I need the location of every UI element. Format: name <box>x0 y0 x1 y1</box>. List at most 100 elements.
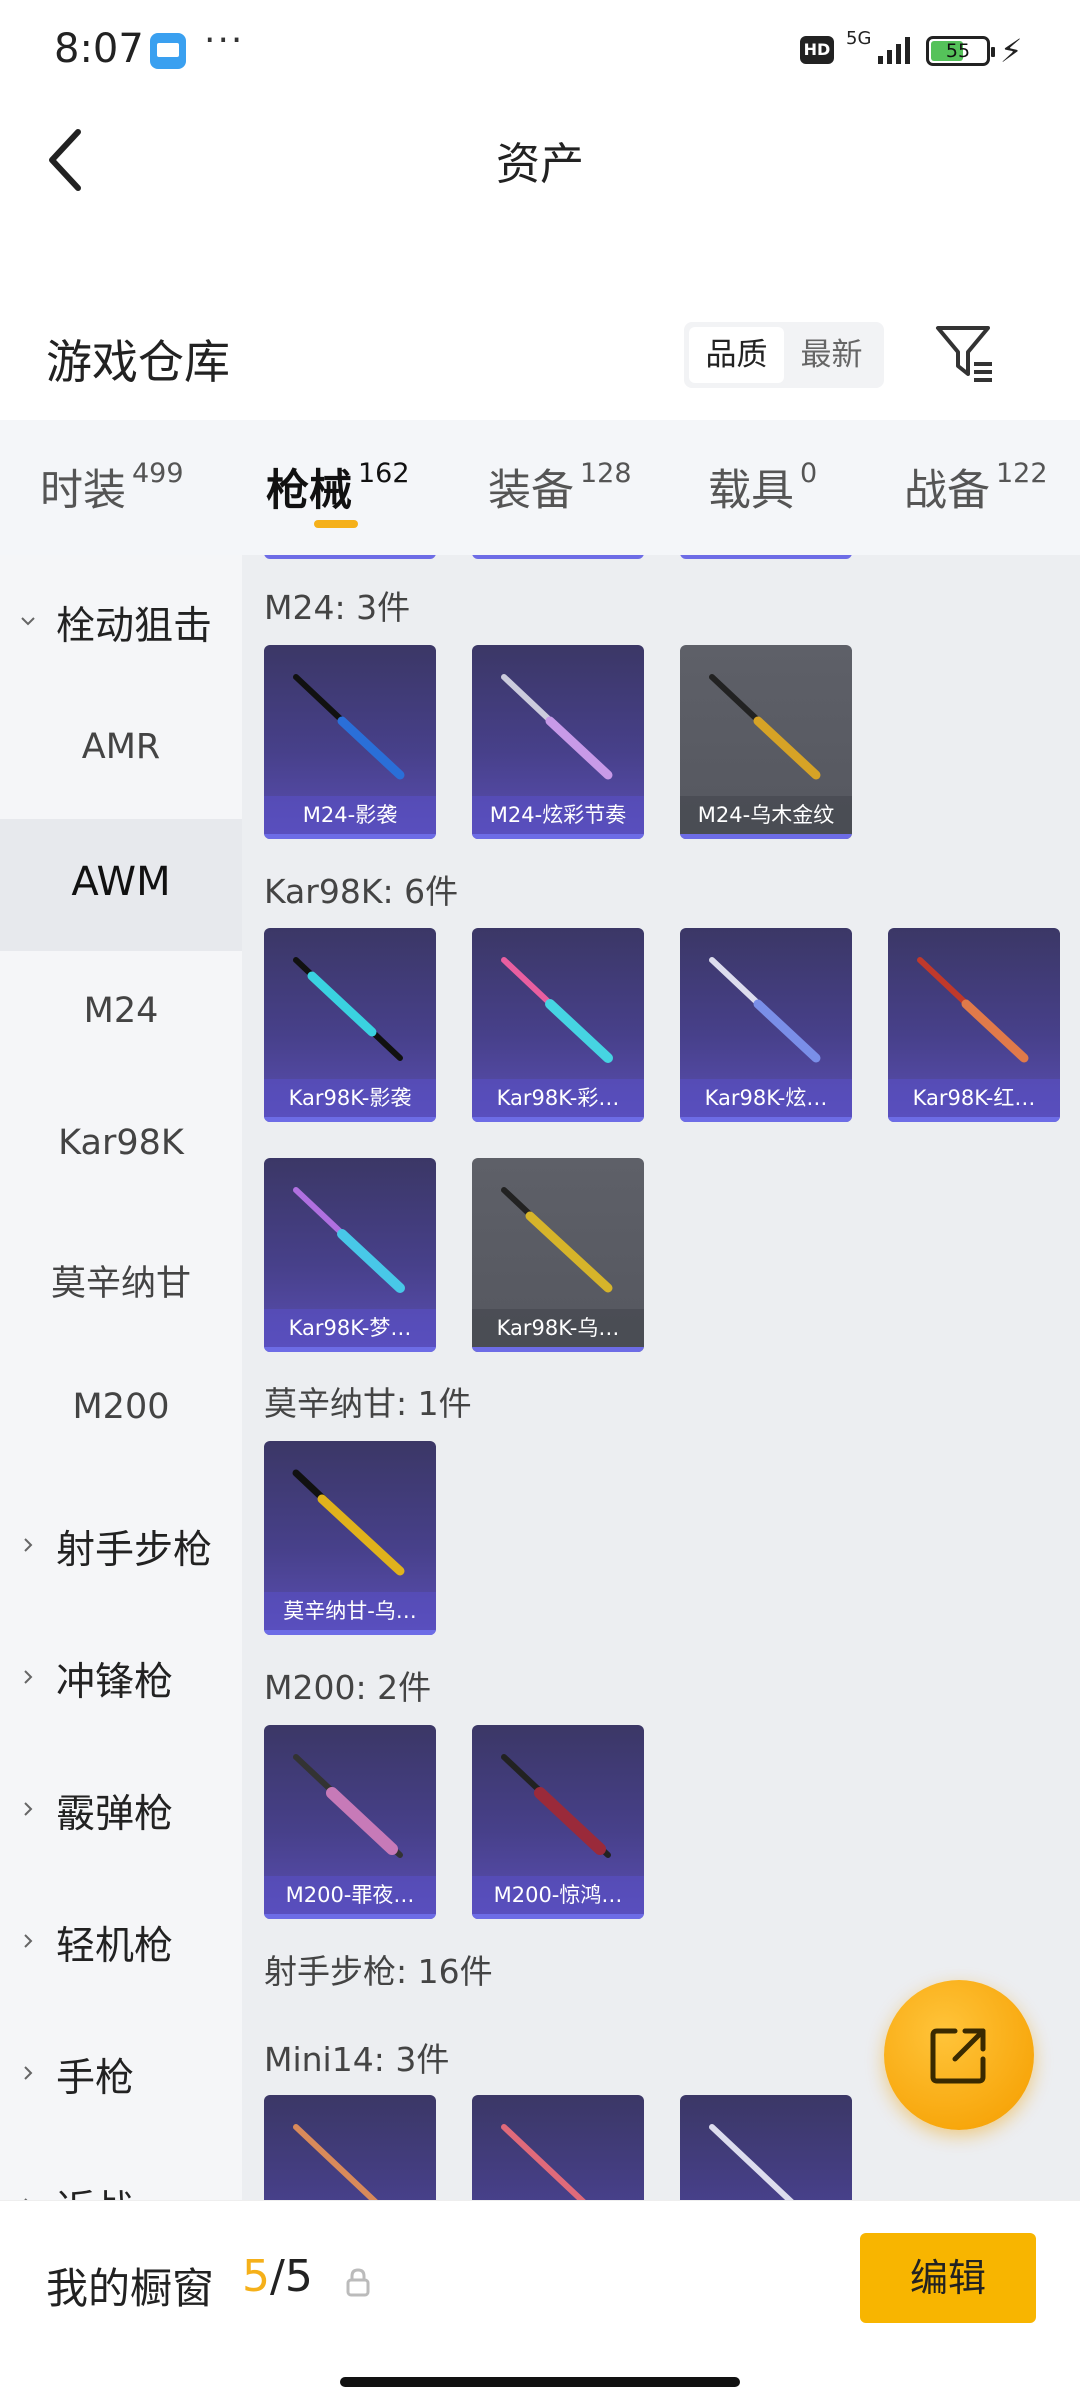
item-name: Kar98K-乌… <box>472 1309 644 1347</box>
sidebar-item-label: 轻机枪 <box>56 1924 174 1969</box>
showcase-label: 我的橱窗 <box>46 2264 215 2313</box>
item-card[interactable] <box>264 2095 436 2200</box>
showcase-count-current: 5 <box>242 2251 270 2302</box>
sort-newest-button[interactable]: 最新 <box>784 327 879 383</box>
item-card[interactable]: M24-影袭 <box>264 645 436 839</box>
group-title-m200: M200: 2件 <box>264 1668 432 1707</box>
item-name: Kar98K-炫… <box>680 1079 852 1117</box>
sidebar-item-label: 霰弹枪 <box>56 1792 174 1837</box>
sidebar-item-m24[interactable]: M24 <box>0 951 242 1083</box>
item-card[interactable]: Kar98K-炫… <box>680 928 852 1122</box>
sidebar: 栓动狙击 AMR AWM M24 Kar98K 莫辛纳甘 M200 射手步枪 冲… <box>0 555 242 2200</box>
sidebar-item-marksman[interactable]: 射手步枪 <box>0 1479 242 1611</box>
tab-equipment[interactable]: 装备 128 <box>488 456 632 518</box>
showcase-count: 5/5 <box>242 2251 313 2302</box>
rifle-icon <box>501 957 613 1063</box>
item-name: 莫辛纳甘-乌… <box>264 1592 436 1630</box>
status-bar: 8:07 ··· HD 5G 55 ⚡ <box>0 0 1080 100</box>
tab-label: 时装 <box>40 466 126 516</box>
item-card[interactable]: M24-乌木金纹 <box>680 645 852 839</box>
item-card[interactable]: Kar98K-彩… <box>472 928 644 1122</box>
item-card[interactable]: M24-炫彩节奏 <box>472 645 644 839</box>
rifle-icon <box>709 674 821 780</box>
edit-button[interactable]: 编辑 <box>860 2233 1036 2323</box>
item-card[interactable]: M200-罪夜… <box>264 1725 436 1919</box>
tab-label: 战备 <box>904 466 990 516</box>
filter-icon[interactable] <box>934 322 996 384</box>
sort-quality-button[interactable]: 品质 <box>689 327 784 383</box>
chevron-right-icon <box>24 1538 33 1552</box>
tab-supplies[interactable]: 战备 122 <box>904 456 1048 518</box>
signal-icon <box>878 37 910 64</box>
group-title-m24: M24: 3件 <box>264 588 411 627</box>
sidebar-item-kar98k[interactable]: Kar98K <box>0 1083 242 1215</box>
item-card[interactable]: Kar98K-影袭 <box>264 928 436 1122</box>
app-notification-icon <box>150 33 186 69</box>
item-name: Kar98K-影袭 <box>264 1079 436 1117</box>
rifle-icon <box>293 2124 378 2200</box>
sidebar-item-label: AMR <box>81 727 161 767</box>
sidebar-item-m200[interactable]: M200 <box>0 1347 242 1479</box>
item-name: Kar98K-彩… <box>472 1079 644 1117</box>
card-edge <box>680 555 852 559</box>
item-name: M200-惊鸿… <box>472 1876 644 1914</box>
sidebar-item-mosin[interactable]: 莫辛纳甘 <box>0 1215 242 1347</box>
category-tabs: 时装 499 枪械 162 装备 128 载具 0 战备 122 <box>0 420 1080 555</box>
sidebar-item-amr[interactable]: AMR <box>0 687 242 819</box>
charging-icon: ⚡ <box>1000 32 1023 70</box>
lock-icon <box>346 2268 370 2297</box>
active-tab-indicator <box>314 520 358 528</box>
sidebar-item-label: M24 <box>83 991 159 1031</box>
page-title: 资产 <box>496 139 584 190</box>
rifle-icon <box>293 1754 403 1858</box>
tab-count: 128 <box>580 458 632 489</box>
tab-label: 枪械 <box>266 466 352 516</box>
tab-count: 122 <box>996 458 1048 489</box>
rifle-icon <box>501 674 613 780</box>
sidebar-item-bolt-action[interactable]: 栓动狙击 <box>0 555 242 687</box>
rifle-icon <box>292 1469 405 1576</box>
tab-vehicles[interactable]: 载具 0 <box>708 456 817 518</box>
hd-badge: HD <box>800 36 834 64</box>
item-card[interactable]: 莫辛纳甘-乌… <box>264 1441 436 1635</box>
rifle-icon <box>293 1187 405 1293</box>
item-card[interactable]: Kar98K-乌… <box>472 1158 644 1352</box>
tab-guns[interactable]: 枪械 162 <box>266 456 410 518</box>
share-button[interactable] <box>884 1980 1034 2130</box>
sidebar-item-melee[interactable]: 近战 <box>0 2139 242 2200</box>
tab-count: 0 <box>800 458 818 489</box>
sidebar-item-lmg[interactable]: 轻机枪 <box>0 1875 242 2007</box>
item-card[interactable]: M200-惊鸿… <box>472 1725 644 1919</box>
network-type: 5G <box>846 28 872 49</box>
sidebar-item-pistol[interactable]: 手枪 <box>0 2007 242 2139</box>
item-name: M200-罪夜… <box>264 1876 436 1914</box>
sidebar-item-label: 近战 <box>56 2179 134 2200</box>
sidebar-item-smg[interactable]: 冲锋枪 <box>0 1611 242 1743</box>
item-card[interactable] <box>472 2095 644 2200</box>
item-card[interactable]: Kar98K-梦… <box>264 1158 436 1352</box>
sidebar-item-label: Kar98K <box>58 1123 184 1163</box>
sidebar-item-label: 栓动狙击 <box>56 604 213 649</box>
chevron-right-icon <box>24 1670 33 1684</box>
chevron-down-icon <box>21 617 35 626</box>
sidebar-item-label: 射手步枪 <box>56 1528 213 1573</box>
sidebar-item-label: 手枪 <box>56 2056 135 2101</box>
share-external-icon <box>930 2028 986 2084</box>
tab-label: 装备 <box>488 466 574 516</box>
item-card[interactable]: Kar98K-红… <box>888 928 1060 1122</box>
item-name: M24-影袭 <box>264 796 436 834</box>
rifle-icon <box>917 957 1029 1063</box>
rifle-icon <box>501 1754 611 1858</box>
sidebar-item-shotgun[interactable]: 霰弹枪 <box>0 1743 242 1875</box>
rifle-icon <box>501 1187 613 1293</box>
home-indicator <box>340 2377 740 2387</box>
sidebar-item-label: 莫辛纳甘 <box>50 1264 191 1304</box>
item-card[interactable] <box>680 2095 852 2200</box>
rifle-icon <box>709 2124 794 2200</box>
tab-fashion[interactable]: 时装 499 <box>40 456 184 518</box>
rifle-icon <box>501 2124 586 2200</box>
sidebar-item-awm[interactable]: AWM <box>0 819 242 951</box>
item-name: Kar98K-红… <box>888 1079 1060 1117</box>
sidebar-item-label: AWM <box>71 859 171 905</box>
battery-level: 55 <box>945 40 971 62</box>
